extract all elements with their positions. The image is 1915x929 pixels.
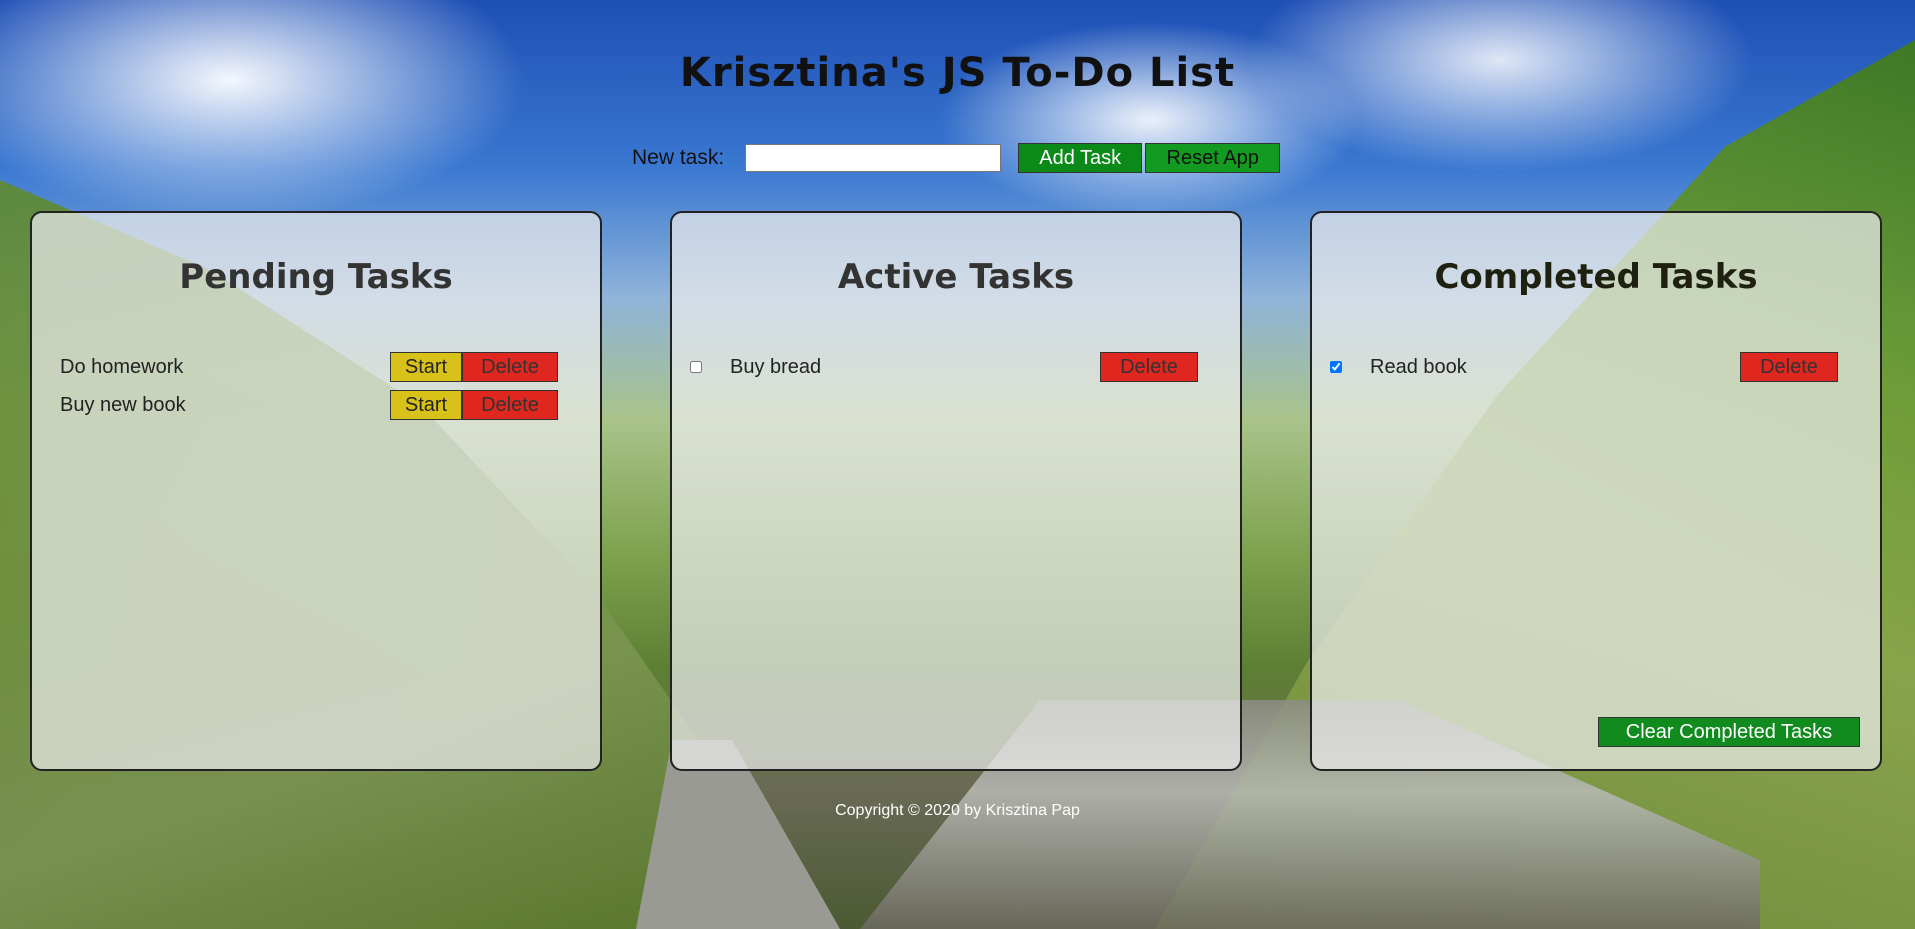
task-text: Do homework bbox=[60, 355, 184, 378]
pending-tasks-panel: Pending Tasks Do homework Start Delete B… bbox=[30, 211, 602, 771]
active-tasks-panel: Active Tasks Buy bread Delete bbox=[670, 211, 1242, 771]
footer-copyright: Copyright © 2020 by Krisztina Pap bbox=[835, 802, 1080, 819]
delete-button[interactable]: Delete bbox=[462, 352, 558, 382]
delete-button[interactable]: Delete bbox=[1740, 352, 1838, 382]
page-title: Krisztina's JS To-Do List bbox=[679, 50, 1236, 96]
active-tasks-heading: Active Tasks bbox=[837, 257, 1075, 297]
task-text: Buy new book bbox=[60, 393, 186, 416]
add-task-button[interactable]: Add Task bbox=[1018, 143, 1143, 173]
clear-completed-button[interactable]: Clear Completed Tasks bbox=[1598, 717, 1860, 747]
task-text: Buy bread bbox=[730, 355, 822, 378]
start-button[interactable]: Start bbox=[390, 352, 462, 382]
start-button[interactable]: Start bbox=[390, 390, 462, 420]
pending-task-row: Do homework Start Delete bbox=[60, 352, 558, 382]
reset-app-button[interactable]: Reset App bbox=[1145, 143, 1281, 173]
task-text: Read book bbox=[1370, 355, 1467, 378]
pending-task-row: Buy new book Start Delete bbox=[60, 390, 558, 420]
completed-tasks-heading: Completed Tasks bbox=[1434, 257, 1758, 297]
pending-tasks-heading: Pending Tasks bbox=[179, 257, 453, 297]
new-task-form: New task: Add Task Reset App bbox=[632, 143, 1281, 173]
task-checkbox[interactable] bbox=[690, 361, 702, 373]
completed-tasks-panel: Completed Tasks Read book Delete Clear C… bbox=[1310, 211, 1882, 771]
active-task-row: Buy bread Delete bbox=[690, 352, 1198, 382]
completed-task-row: Read book Delete bbox=[1330, 352, 1838, 382]
delete-button[interactable]: Delete bbox=[462, 390, 558, 420]
new-task-input[interactable] bbox=[745, 144, 1002, 172]
task-checkbox[interactable] bbox=[1330, 361, 1342, 373]
new-task-label: New task: bbox=[632, 146, 725, 169]
delete-button[interactable]: Delete bbox=[1100, 352, 1198, 382]
